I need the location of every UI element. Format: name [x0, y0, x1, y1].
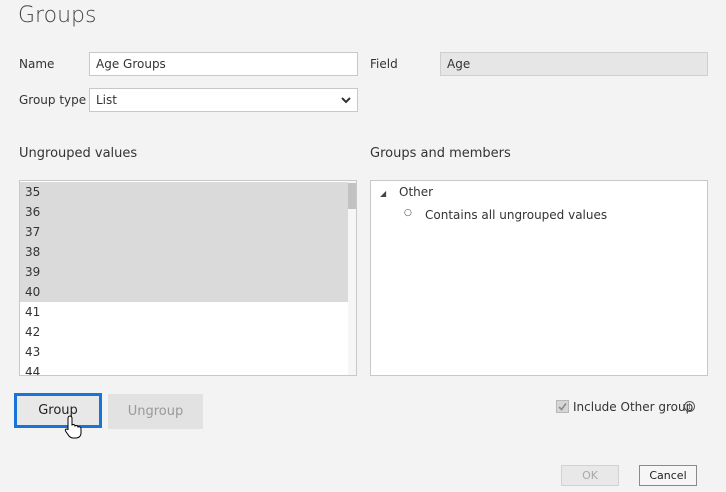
list-item-label: 39 [25, 265, 41, 279]
chevron-down-icon [341, 97, 351, 104]
triangle-expanded-icon[interactable]: ◢ [380, 189, 386, 198]
list-item-label: 36 [25, 205, 41, 219]
list-item[interactable]: 40 [20, 282, 350, 302]
list-item[interactable]: 38 [20, 242, 350, 262]
ungrouped-values-title: Ungrouped values [19, 146, 138, 161]
list-item-label: 40 [25, 285, 41, 299]
list-item-label: 43 [25, 345, 41, 359]
include-other-checkbox[interactable] [556, 400, 569, 413]
ungrouped-values-list[interactable]: 35 36 37 38 39 40 41 42 43 44 [19, 180, 357, 376]
tree-member-label: Contains all ungrouped values [425, 208, 608, 222]
ungroup-button[interactable]: Ungroup [108, 394, 203, 429]
hand-pointer-icon [64, 415, 82, 439]
name-input[interactable]: Age Groups [89, 52, 358, 76]
list-item[interactable]: 44 [20, 362, 350, 376]
scrollbar-thumb[interactable] [348, 183, 356, 209]
list-item[interactable]: 35 [20, 182, 350, 202]
include-other-label: Include Other group [573, 400, 694, 414]
circle-bullet-icon: ○ [404, 208, 412, 218]
cancel-button[interactable]: Cancel [639, 465, 697, 486]
list-scrollbar[interactable] [348, 181, 356, 375]
groups-members-title: Groups and members [370, 146, 511, 161]
field-input: Age [440, 52, 708, 76]
field-label: Field [370, 57, 398, 71]
list-item-label: 41 [25, 305, 41, 319]
list-item-label: 37 [25, 225, 41, 239]
list-item-label: 44 [25, 365, 41, 376]
group-type-label: Group type [19, 93, 87, 107]
list-item[interactable]: 39 [20, 262, 350, 282]
groups-members-tree[interactable]: ◢ Other ○ Contains all ungrouped values [370, 180, 708, 376]
list-item[interactable]: 42 [20, 322, 350, 342]
name-label: Name [19, 57, 55, 71]
list-item[interactable]: 43 [20, 342, 350, 362]
list-item[interactable]: 36 [20, 202, 350, 222]
dialog-title: Groups [18, 3, 97, 28]
list-item-label: 38 [25, 245, 41, 259]
tree-group-other[interactable]: Other [399, 185, 433, 199]
group-button[interactable]: Group [14, 393, 102, 428]
list-item[interactable]: 37 [20, 222, 350, 242]
group-type-value: List [96, 93, 117, 107]
checkmark-icon [558, 403, 567, 411]
list-item[interactable]: 41 [20, 302, 350, 322]
list-item-label: 35 [25, 185, 41, 199]
info-icon[interactable]: i [684, 401, 695, 412]
list-item-label: 42 [25, 325, 41, 339]
ok-button[interactable]: OK [561, 465, 619, 486]
group-type-select[interactable]: List [89, 88, 358, 112]
